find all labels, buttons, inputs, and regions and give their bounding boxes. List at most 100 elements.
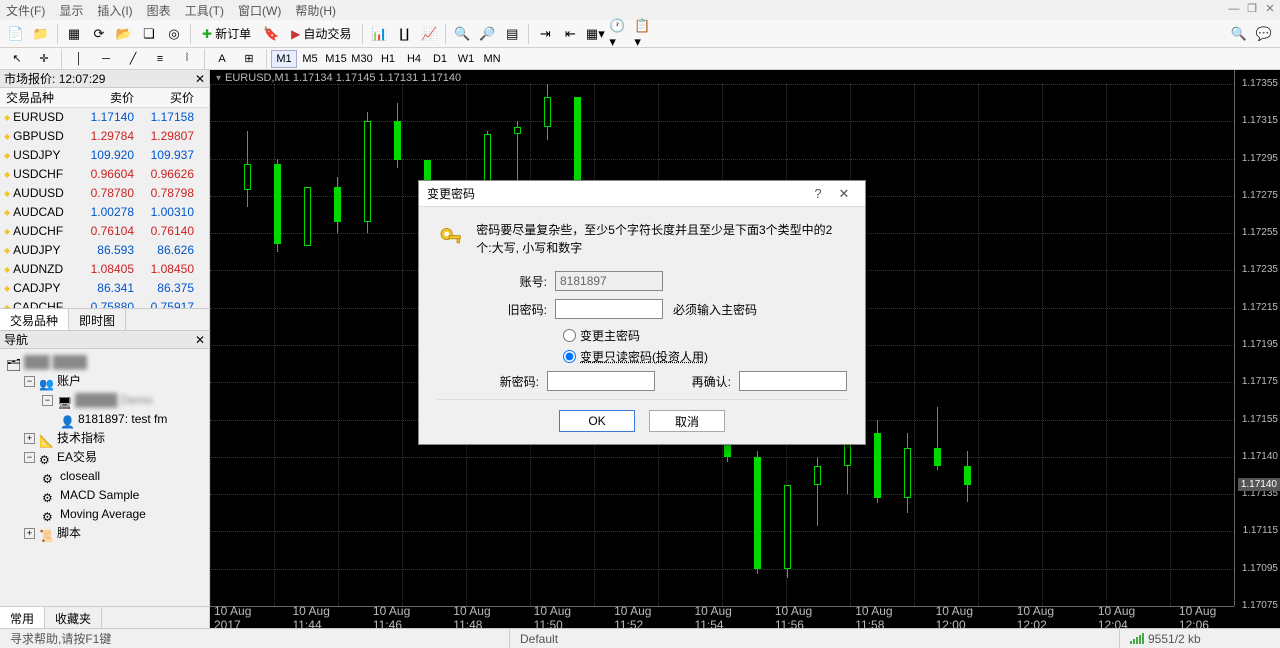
tree-root[interactable]: 🗂███ ████ xyxy=(2,353,207,372)
fibo-icon[interactable]: ⦚ xyxy=(174,50,200,68)
grid-icon[interactable]: ▦ xyxy=(62,23,86,45)
market-row-USDCHF[interactable]: USDCHF0.966040.96626 xyxy=(0,165,209,184)
menu-tools[interactable]: 工具(T) xyxy=(185,2,224,19)
tree-scripts[interactable]: +📜脚本 xyxy=(2,524,207,543)
line-chart-icon[interactable]: 📈 xyxy=(417,23,441,45)
radio-investor[interactable] xyxy=(563,350,576,363)
tab-favorites[interactable]: 收藏夹 xyxy=(45,607,102,628)
timeframe-W1[interactable]: W1 xyxy=(453,50,479,68)
trendline-icon[interactable]: ╱ xyxy=(120,50,146,68)
market-row-CADJPY[interactable]: CADJPY86.34186.375 xyxy=(0,279,209,298)
chart-y-axis: 1.173551.173151.172951.172751.172551.172… xyxy=(1234,70,1280,606)
market-watch-tabs: 交易品种 即时图 xyxy=(0,308,209,330)
col-ask[interactable]: 买价 xyxy=(140,88,200,107)
bar-chart-icon[interactable]: 📊 xyxy=(367,23,391,45)
menu-view[interactable]: 显示 xyxy=(59,2,83,19)
drawing-toolbar: ↖ ✛ │ ─ ╱ ≡ ⦚ A ⊞ M1M5M15M30H1H4D1W1MN xyxy=(0,48,1280,70)
ea-item[interactable]: ⚙Moving Average xyxy=(2,505,207,524)
radio-master-label: 变更主密码 xyxy=(580,327,640,344)
tree-account-entry[interactable]: 👤8181897: test fm xyxy=(2,410,207,429)
channel-icon[interactable]: ≡ xyxy=(147,50,173,68)
status-connection[interactable]: 9551/2 kb xyxy=(1120,629,1211,648)
market-row-AUDNZD[interactable]: AUDNZD1.084051.08450 xyxy=(0,260,209,279)
vline-icon[interactable]: │ xyxy=(66,50,92,68)
menu-chart[interactable]: 图表 xyxy=(147,2,171,19)
tab-tick[interactable]: 即时图 xyxy=(69,309,126,330)
radio-master[interactable] xyxy=(563,329,576,342)
account-field xyxy=(555,271,663,291)
tab-symbols[interactable]: 交易品种 xyxy=(0,309,69,330)
market-row-USDJPY[interactable]: USDJPY109.920109.937 xyxy=(0,146,209,165)
timeframe-D1[interactable]: D1 xyxy=(427,50,453,68)
market-row-EURUSD[interactable]: EURUSD1.171401.17158 xyxy=(0,108,209,127)
dialog-help-icon[interactable]: ? xyxy=(805,186,831,201)
timeframe-M5[interactable]: M5 xyxy=(297,50,323,68)
period-dropdown[interactable]: 🕐▾ xyxy=(608,23,632,45)
dialog-titlebar[interactable]: 变更密码 ? ✕ xyxy=(419,181,865,207)
timeframe-M15[interactable]: M15 xyxy=(323,50,349,68)
status-profile[interactable]: Default xyxy=(510,629,1120,648)
target-icon[interactable]: ◎ xyxy=(162,23,186,45)
close-button[interactable]: ✕ xyxy=(1261,1,1279,16)
zoom-out-icon[interactable]: 🔎 xyxy=(475,23,499,45)
folder-icon[interactable]: 📁 xyxy=(29,23,53,45)
panel-close-icon[interactable]: ✕ xyxy=(195,333,205,347)
menu-insert[interactable]: 插入(I) xyxy=(97,2,132,19)
market-row-AUDUSD[interactable]: AUDUSD0.787800.78798 xyxy=(0,184,209,203)
market-row-AUDJPY[interactable]: AUDJPY86.59386.626 xyxy=(0,241,209,260)
label-icon[interactable]: ⊞ xyxy=(236,50,262,68)
ok-button[interactable]: OK xyxy=(559,410,635,432)
menu-help[interactable]: 帮助(H) xyxy=(295,2,336,19)
tag-icon[interactable]: 🔖 xyxy=(259,23,283,45)
search-icon[interactable]: 🔍 xyxy=(1227,23,1251,45)
menu-window[interactable]: 窗口(W) xyxy=(238,2,281,19)
timeframe-H4[interactable]: H4 xyxy=(401,50,427,68)
new-password-field[interactable] xyxy=(547,371,655,391)
hline-icon[interactable]: ─ xyxy=(93,50,119,68)
scroll-icon[interactable]: ⇤ xyxy=(558,23,582,45)
ea-item[interactable]: ⚙MACD Sample xyxy=(2,486,207,505)
template-dropdown[interactable]: 📋▾ xyxy=(633,23,657,45)
refresh-icon[interactable]: ⟳ xyxy=(87,23,111,45)
market-row-AUDCHF[interactable]: AUDCHF0.761040.76140 xyxy=(0,222,209,241)
market-row-CADCHF[interactable]: CADCHF0.758800.75917 xyxy=(0,298,209,308)
new-file-icon[interactable]: 📄 xyxy=(4,23,28,45)
old-password-field[interactable] xyxy=(555,299,663,319)
tree-indicators[interactable]: +📐技术指标 xyxy=(2,429,207,448)
tree-ea[interactable]: −⚙EA交易 xyxy=(2,448,207,467)
menu-file[interactable]: 文件(F) xyxy=(6,2,45,19)
new-order-button[interactable]: ✚新订单 xyxy=(195,23,258,45)
timeframe-M30[interactable]: M30 xyxy=(349,50,375,68)
market-row-GBPUSD[interactable]: GBPUSD1.297841.29807 xyxy=(0,127,209,146)
tab-common[interactable]: 常用 xyxy=(0,607,45,628)
timeframe-H1[interactable]: H1 xyxy=(375,50,401,68)
cursor-icon[interactable]: ↖ xyxy=(4,50,30,68)
dialog-close-icon[interactable]: ✕ xyxy=(831,186,857,202)
auto-trade-button[interactable]: ▶自动交易 xyxy=(284,23,358,45)
timeframe-MN[interactable]: MN xyxy=(479,50,505,68)
navigator-title: 导航 ✕ xyxy=(0,331,209,349)
window-icon[interactable]: ❏ xyxy=(137,23,161,45)
minimize-button[interactable]: — xyxy=(1225,1,1243,16)
chat-icon[interactable]: 💬 xyxy=(1252,23,1276,45)
tree-server[interactable]: −🖥█████ Demo xyxy=(2,391,207,410)
tile-icon[interactable]: ▤ xyxy=(500,23,524,45)
panel-close-icon[interactable]: ✕ xyxy=(195,72,205,86)
indicator-dropdown[interactable]: ▦▾ xyxy=(583,23,607,45)
col-symbol[interactable]: 交易品种 xyxy=(0,88,80,107)
shift-icon[interactable]: ⇥ xyxy=(533,23,557,45)
cancel-button[interactable]: 取消 xyxy=(649,410,725,432)
candle-chart-icon[interactable]: ∐ xyxy=(392,23,416,45)
market-row-AUDCAD[interactable]: AUDCAD1.002781.00310 xyxy=(0,203,209,222)
crosshair-icon[interactable]: ✛ xyxy=(31,50,57,68)
timeframe-M1[interactable]: M1 xyxy=(271,50,297,68)
col-bid[interactable]: 卖价 xyxy=(80,88,140,107)
maximize-button[interactable]: ❐ xyxy=(1243,1,1261,16)
confirm-password-field[interactable] xyxy=(739,371,847,391)
tree-accounts[interactable]: −👥账户 xyxy=(2,372,207,391)
confirm-label: 再确认: xyxy=(655,373,739,390)
zoom-in-icon[interactable]: 🔍 xyxy=(450,23,474,45)
text-icon[interactable]: A xyxy=(209,50,235,68)
star-icon[interactable]: 📂 xyxy=(112,23,136,45)
ea-item[interactable]: ⚙closeall xyxy=(2,467,207,486)
